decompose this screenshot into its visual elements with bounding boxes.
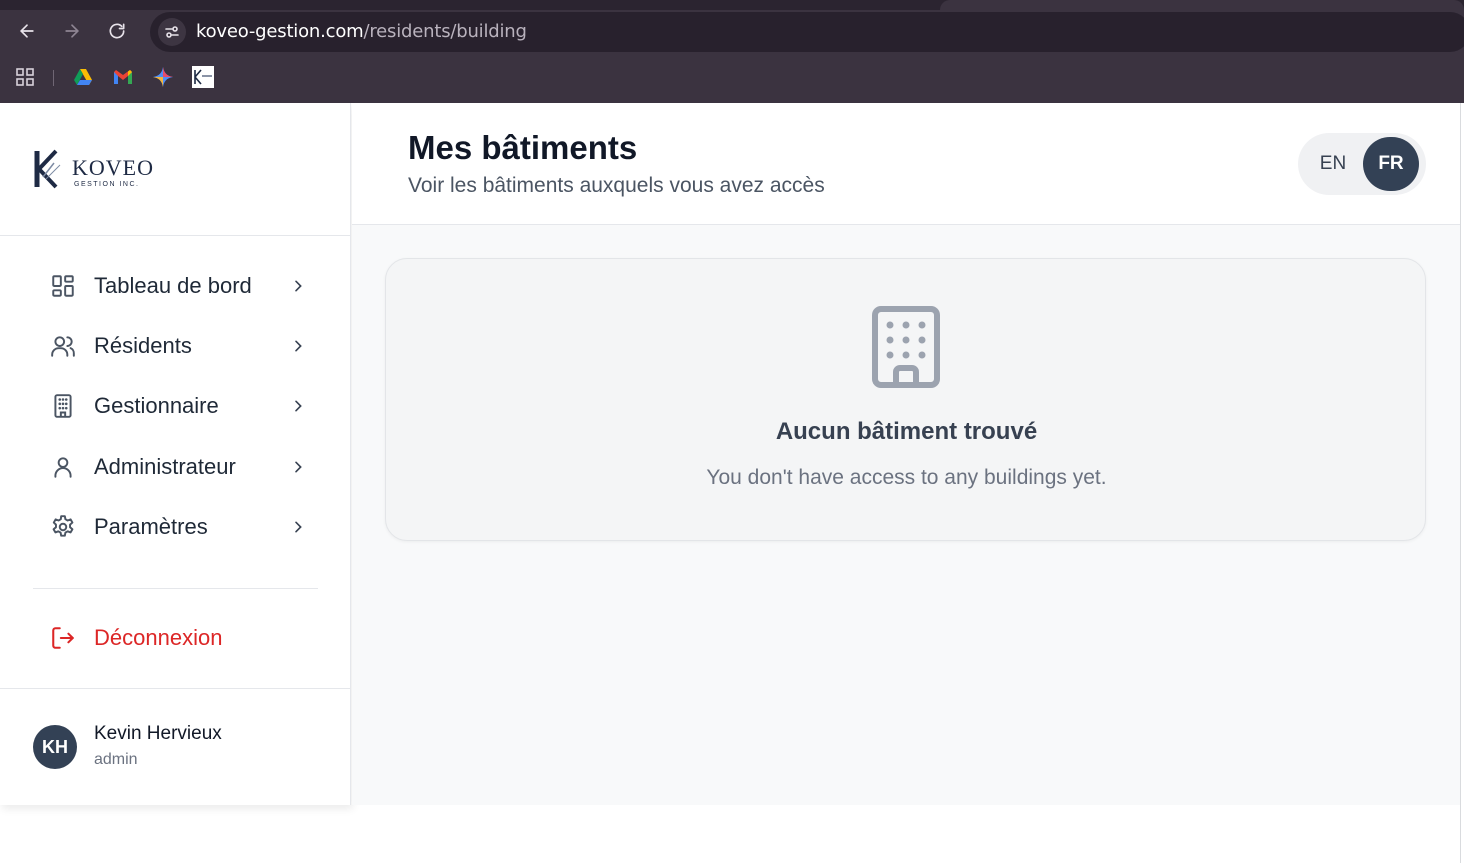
sidebar-item-label: Gestionnaire xyxy=(94,393,219,418)
forward-button[interactable] xyxy=(55,14,89,48)
user-role: admin xyxy=(94,751,138,768)
gemini-icon[interactable] xyxy=(152,66,174,88)
sidebar-item-label: Résidents xyxy=(94,333,192,358)
main-content: Mes bâtiments Voir les bâtiments auxquel… xyxy=(352,103,1460,805)
language-switcher: EN FR xyxy=(1298,133,1426,195)
gmail-icon[interactable] xyxy=(112,66,134,88)
language-en-button[interactable]: EN xyxy=(1306,137,1360,191)
chevron-right-icon xyxy=(288,396,308,416)
google-drive-icon[interactable] xyxy=(72,66,94,88)
bookmarks-separator xyxy=(53,70,54,86)
logout-label: Déconnexion xyxy=(94,625,223,650)
chevron-right-icon xyxy=(288,457,308,477)
empty-state-card: Aucun bâtiment trouvé You don't have acc… xyxy=(385,258,1426,541)
window-edge xyxy=(1460,103,1464,863)
avatar[interactable]: KH xyxy=(33,725,77,769)
reload-icon xyxy=(109,23,125,39)
sidebar-item-parametres[interactable]: Paramètres xyxy=(48,507,308,547)
sidebar-item-administrateur[interactable]: Administrateur xyxy=(48,447,308,487)
language-fr-button[interactable]: FR xyxy=(1363,137,1419,191)
chevron-right-icon xyxy=(288,517,308,537)
user-name: Kevin Hervieux xyxy=(94,723,222,744)
sidebar-item-gestionnaire[interactable]: Gestionnaire xyxy=(48,386,308,426)
sidebar-item-label: Paramètres xyxy=(94,514,208,539)
settings-icon xyxy=(48,512,78,542)
building-icon xyxy=(872,306,942,388)
tab-strip-edge xyxy=(940,0,1464,10)
koveo-logo[interactable]: KOVEO GESTION INC. xyxy=(34,149,164,189)
logo-subtext: GESTION INC. xyxy=(74,181,139,188)
page-title: Mes bâtiments xyxy=(408,129,638,166)
user-icon xyxy=(48,452,78,482)
logout-button[interactable]: Déconnexion xyxy=(48,618,222,658)
sidebar: KOVEO GESTION INC. Tableau de bord Résid… xyxy=(0,103,351,805)
url-text: koveo-gestion.com/residents/building xyxy=(196,21,527,42)
url-path: /residents/building xyxy=(363,21,527,42)
users-icon xyxy=(48,331,78,361)
browser-chrome: koveo-gestion.com/residents/building xyxy=(0,0,1464,103)
sidebar-divider xyxy=(0,688,351,689)
page-subtitle: Voir les bâtiments auxquels vous avez ac… xyxy=(408,174,825,197)
reload-button[interactable] xyxy=(100,14,134,48)
empty-state-message: You don't have access to any buildings y… xyxy=(706,466,1107,489)
sidebar-divider xyxy=(33,588,318,589)
koveo-favicon[interactable] xyxy=(192,66,214,88)
back-button[interactable] xyxy=(10,14,44,48)
sidebar-item-label: Administrateur xyxy=(94,454,236,479)
address-bar[interactable]: koveo-gestion.com/residents/building xyxy=(150,12,1464,52)
sidebar-item-label: Tableau de bord xyxy=(94,273,252,298)
arrow-right-icon xyxy=(65,24,79,38)
chevron-right-icon xyxy=(288,336,308,356)
url-host: koveo-gestion.com xyxy=(196,21,364,42)
building-icon xyxy=(48,391,78,421)
logo-text: KOVEO xyxy=(72,155,154,180)
page-header: Mes bâtiments Voir les bâtiments auxquel… xyxy=(352,103,1460,225)
chevron-right-icon xyxy=(288,276,308,296)
apps-icon[interactable] xyxy=(14,66,36,88)
site-info-icon[interactable] xyxy=(158,18,186,46)
empty-state-title: Aucun bâtiment trouvé xyxy=(775,418,1038,445)
logout-icon xyxy=(48,623,78,653)
dashboard-icon xyxy=(48,271,78,301)
sidebar-divider xyxy=(0,235,351,236)
sidebar-item-residents[interactable]: Résidents xyxy=(48,326,308,366)
bookmarks-bar xyxy=(0,62,1464,92)
arrow-left-icon xyxy=(20,24,34,38)
sidebar-item-tableau-de-bord[interactable]: Tableau de bord xyxy=(48,266,308,306)
